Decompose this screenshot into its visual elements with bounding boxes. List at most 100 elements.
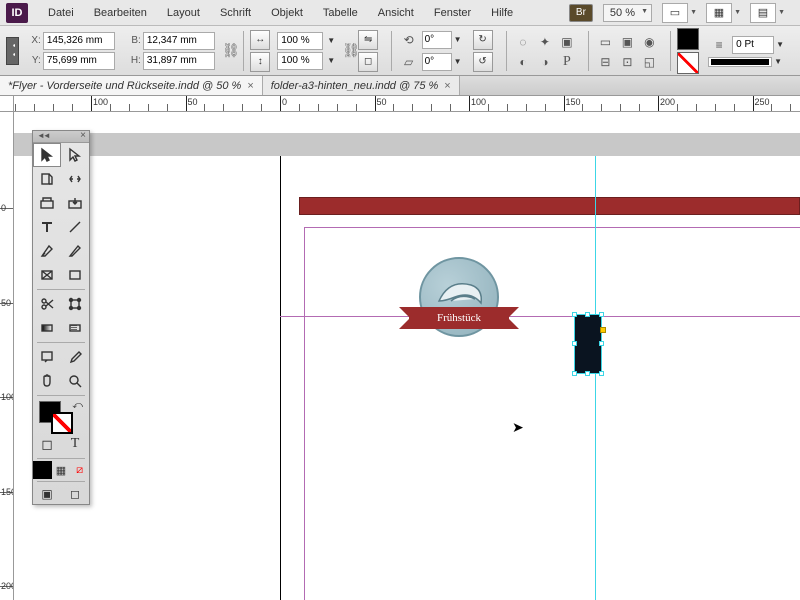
wrap-bbox-icon[interactable]: ▣ — [617, 33, 637, 51]
document-tab[interactable]: *Flyer - Vorderseite und Rückseite.indd … — [0, 76, 263, 95]
ruler-origin-icon[interactable] — [0, 96, 14, 112]
vertical-guide[interactable] — [595, 156, 596, 600]
resize-handle[interactable] — [599, 371, 604, 376]
tools-panel-header[interactable] — [33, 131, 89, 143]
gap-tool-icon[interactable] — [61, 167, 89, 191]
zoom-tool-icon[interactable] — [61, 369, 89, 393]
hand-tool-icon[interactable] — [33, 369, 61, 393]
selected-object[interactable] — [574, 314, 602, 374]
logo-artwork[interactable]: Frühstück — [409, 252, 509, 352]
scale-y-input[interactable] — [277, 52, 323, 70]
type-tool-icon[interactable] — [33, 215, 61, 239]
place-icon[interactable]: P — [557, 53, 577, 71]
resize-handle[interactable] — [572, 312, 577, 317]
tools-panel[interactable]: ⤺ ◻ T ▦ ⧄ ▣ ◻ — [32, 130, 90, 505]
rectangle-frame-tool-icon[interactable] — [33, 263, 61, 287]
w-input[interactable] — [143, 32, 215, 50]
line-tool-icon[interactable] — [61, 215, 89, 239]
wrap-shape-icon[interactable]: ◉ — [639, 33, 659, 51]
scale-x-input[interactable] — [277, 32, 323, 50]
fit-content-icon[interactable]: ▣ — [557, 33, 577, 51]
workspace-switcher-icon[interactable]: ▤ — [750, 3, 776, 23]
stroke-style-dropdown[interactable] — [708, 57, 772, 67]
resize-handle[interactable] — [599, 341, 604, 346]
x-input[interactable] — [43, 32, 115, 50]
scale-x-icon[interactable]: ↔ — [250, 30, 270, 50]
rectangle-tool-icon[interactable] — [61, 263, 89, 287]
direct-selection-tool-icon[interactable] — [61, 143, 89, 167]
horizontal-ruler[interactable]: 15010050050100150200250 — [14, 96, 800, 112]
reference-point-icon[interactable] — [6, 37, 19, 65]
formatting-text-icon[interactable]: T — [61, 432, 89, 456]
resize-handle[interactable] — [572, 341, 577, 346]
fill-swatch-icon[interactable] — [677, 28, 699, 50]
menu-objekt[interactable]: Objekt — [261, 3, 313, 23]
fill-stroke-control[interactable]: ⤺ — [33, 398, 89, 432]
select-container-icon[interactable]: ◌ — [513, 33, 533, 51]
document-tab[interactable]: folder-a3-hinten_neu.indd @ 75 % × — [263, 76, 460, 95]
resize-handle[interactable] — [599, 312, 604, 317]
select-next-icon[interactable]: ◑ — [535, 53, 555, 71]
close-icon[interactable]: × — [247, 80, 253, 92]
horizontal-guide[interactable] — [280, 316, 800, 317]
arrange-docs-icon[interactable]: ▦ — [706, 3, 732, 23]
view-mode-normal-icon[interactable]: ▣ — [33, 484, 61, 504]
y-input[interactable] — [43, 52, 115, 70]
gradient-swatch-tool-icon[interactable] — [33, 316, 61, 340]
shear-input[interactable] — [422, 53, 452, 71]
scissors-tool-icon[interactable] — [33, 292, 61, 316]
note-tool-icon[interactable] — [33, 345, 61, 369]
menu-fenster[interactable]: Fenster — [424, 3, 481, 23]
rotate-input[interactable] — [422, 31, 452, 49]
resize-handle[interactable] — [585, 312, 590, 317]
constrain-wh-icon[interactable]: ⛓ — [225, 33, 237, 69]
swap-fill-stroke-icon[interactable]: ⤺ — [72, 400, 83, 411]
corner-opts-icon[interactable]: ◱ — [639, 53, 659, 71]
menu-datei[interactable]: Datei — [38, 3, 84, 23]
live-corner-icon[interactable] — [600, 327, 606, 333]
header-bar-artwork[interactable] — [299, 197, 800, 215]
gradient-feather-tool-icon[interactable] — [61, 316, 89, 340]
apply-gradient-icon[interactable]: ▦ — [52, 461, 71, 479]
flip-h-icon[interactable]: ⇋ — [358, 30, 378, 50]
pencil-tool-icon[interactable] — [61, 239, 89, 263]
page-tool-icon[interactable] — [33, 167, 61, 191]
menu-tabelle[interactable]: Tabelle — [313, 3, 368, 23]
rotate-cw-icon[interactable]: ↻ — [473, 30, 493, 50]
menu-bearbeiten[interactable]: Bearbeiten — [84, 3, 157, 23]
vertical-ruler[interactable]: 050100150200 — [0, 112, 14, 600]
stroke-swatch-icon[interactable] — [677, 52, 699, 74]
canvas[interactable]: Frühstück ➤ — [14, 112, 800, 600]
apply-none-icon[interactable]: ⧄ — [70, 461, 89, 479]
select-content-icon[interactable]: ✦ — [535, 33, 555, 51]
selection-tool-icon[interactable] — [33, 143, 61, 167]
zoom-dropdown[interactable]: 50 % — [603, 4, 652, 22]
menu-schrift[interactable]: Schrift — [210, 3, 261, 23]
resize-handle[interactable] — [572, 371, 577, 376]
resize-handle[interactable] — [585, 371, 590, 376]
h-input[interactable] — [143, 52, 215, 70]
scale-y-icon[interactable]: ↕ — [250, 52, 270, 72]
pen-tool-icon[interactable] — [33, 239, 61, 263]
free-transform-tool-icon[interactable] — [61, 292, 89, 316]
rotate-ccw-icon[interactable]: ↺ — [473, 52, 493, 72]
constrain-scale-icon[interactable]: ⛓ — [345, 33, 357, 69]
formatting-container-icon[interactable]: ◻ — [33, 432, 61, 456]
close-icon[interactable]: × — [444, 80, 450, 92]
stroke-weight-input[interactable] — [732, 36, 774, 54]
wrap-jump-icon[interactable]: ⊟ — [595, 53, 615, 71]
screen-mode-icon[interactable]: ▭ — [662, 3, 688, 23]
select-prev-icon[interactable]: ◐ — [513, 53, 533, 71]
clear-transform-icon[interactable]: ◻ — [358, 52, 378, 72]
menu-layout[interactable]: Layout — [157, 3, 210, 23]
eyedropper-tool-icon[interactable] — [61, 345, 89, 369]
view-mode-preview-icon[interactable]: ◻ — [61, 484, 89, 504]
content-collector-tool-icon[interactable] — [33, 191, 61, 215]
menu-hilfe[interactable]: Hilfe — [481, 3, 523, 23]
bridge-icon[interactable]: Br — [569, 4, 593, 22]
stroke-color-icon[interactable] — [51, 412, 73, 434]
apply-color-icon[interactable] — [33, 461, 52, 479]
menu-ansicht[interactable]: Ansicht — [368, 3, 424, 23]
wrap-column-icon[interactable]: ⊡ — [617, 53, 637, 71]
content-placer-tool-icon[interactable] — [61, 191, 89, 215]
